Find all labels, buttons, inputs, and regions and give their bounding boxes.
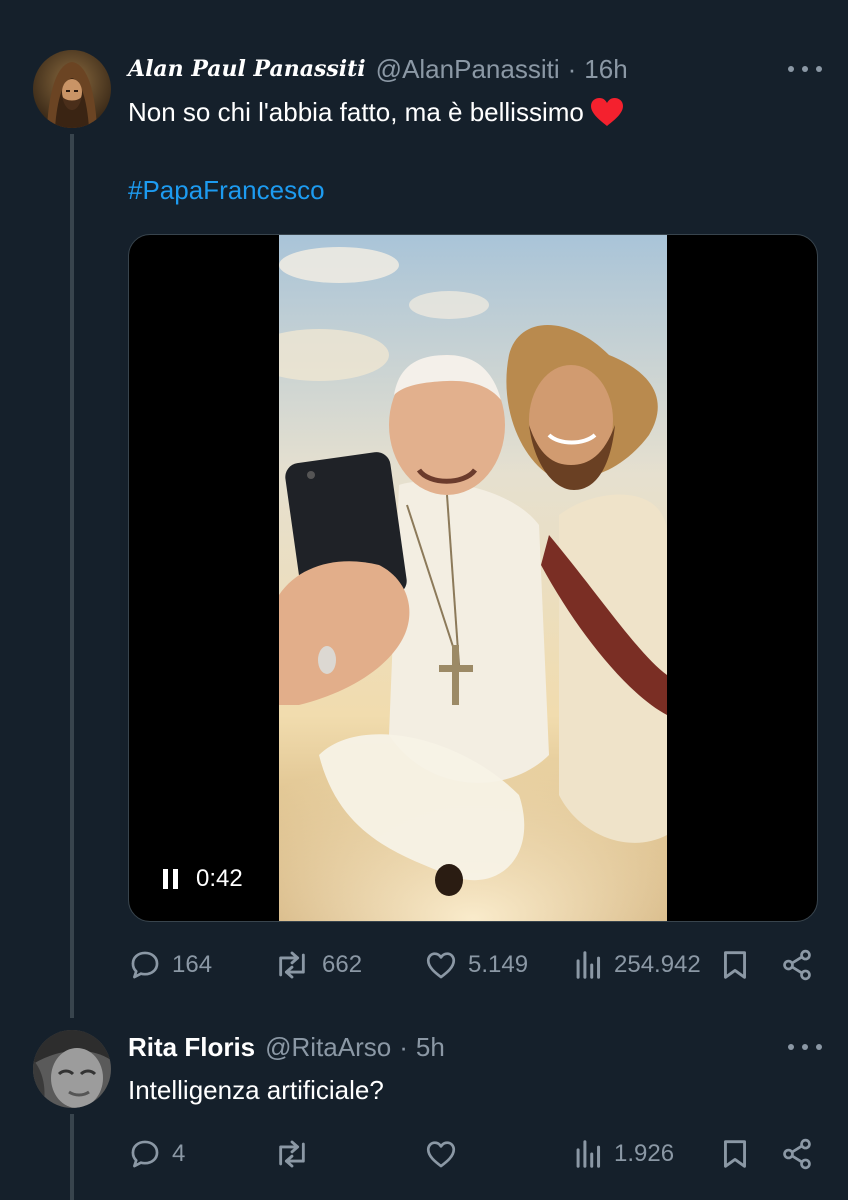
video-timestamp: 0:42 [196, 865, 243, 892]
video-player[interactable]: 0:42 [128, 234, 818, 922]
views-count: 254.942 [614, 951, 701, 978]
thread-connector [70, 1114, 74, 1200]
bookmark-button[interactable] [720, 1134, 750, 1174]
reply-button[interactable]: 164 [128, 945, 212, 985]
like-button[interactable] [424, 1134, 458, 1174]
reply-icon [131, 1140, 159, 1168]
heart-icon [426, 1141, 456, 1168]
share-button[interactable] [780, 945, 814, 985]
reply-count: 164 [172, 951, 213, 978]
hashtag-link[interactable]: #PapaFrancesco [128, 175, 325, 206]
author-name[interactable]: Rita Floris [128, 1032, 255, 1063]
author-handle[interactable]: @AlanPanassiti [376, 54, 560, 85]
author-name[interactable]: Alan Paul Panassiti [128, 56, 366, 82]
video-frame[interactable] [279, 235, 667, 921]
timestamp[interactable]: 5h [416, 1032, 445, 1063]
pause-icon[interactable] [163, 869, 178, 889]
bookmark-icon [724, 951, 746, 979]
retweet-count: 662 [322, 951, 363, 978]
timeline: Alan Paul Panassiti @AlanPanassiti · 16h… [0, 0, 848, 1200]
timestamp[interactable]: 16h [584, 54, 627, 85]
views-button[interactable]: 254.942 [574, 945, 701, 985]
video-controls: 0:42 [163, 865, 243, 893]
bookmark-button[interactable] [720, 945, 750, 985]
views-count: 1.926 [614, 1140, 675, 1167]
reply-text: Intelligenza artificiale? [128, 1075, 384, 1105]
retweet-button[interactable] [272, 1134, 312, 1174]
avatar[interactable] [33, 50, 111, 128]
tweet-text: Non so chi l'abbia fatto, ma è bellissim… [128, 95, 624, 135]
views-icon [576, 951, 601, 979]
reply-icon [131, 951, 159, 979]
like-count: 5.149 [468, 951, 529, 978]
author-handle[interactable]: @RitaArso [265, 1032, 391, 1063]
more-options-icon[interactable] [788, 1034, 822, 1060]
like-button[interactable]: 5.149 [424, 945, 528, 985]
thread-connector [70, 134, 74, 1018]
share-icon [783, 1138, 811, 1170]
retweet-button[interactable]: 662 [272, 945, 362, 985]
heart-icon [426, 952, 456, 979]
tweet-action-bar: 164 662 5.149 254.942 [128, 945, 822, 985]
reply-action-bar: 4 1.926 [128, 1134, 822, 1174]
share-icon [783, 949, 811, 981]
reply-button[interactable]: 4 [128, 1134, 185, 1174]
reply-header: Rita Floris @RitaArso · 5h [128, 1030, 822, 1064]
tweet-header: Alan Paul Panassiti @AlanPanassiti · 16h [128, 52, 822, 86]
reply-count: 4 [172, 1140, 186, 1167]
red-heart-icon [590, 97, 624, 135]
separator-dot: · [567, 53, 577, 84]
share-button[interactable] [780, 1134, 814, 1174]
bookmark-icon [724, 1140, 746, 1168]
tweet-body: Non so chi l'abbia fatto, ma è bellissim… [128, 97, 584, 127]
more-options-icon[interactable] [788, 56, 822, 82]
retweet-icon [279, 1140, 305, 1168]
views-button[interactable]: 1.926 [574, 1134, 674, 1174]
retweet-icon [279, 951, 305, 979]
avatar[interactable] [33, 1030, 111, 1108]
separator-dot: · [399, 1031, 408, 1062]
views-icon [576, 1140, 601, 1168]
